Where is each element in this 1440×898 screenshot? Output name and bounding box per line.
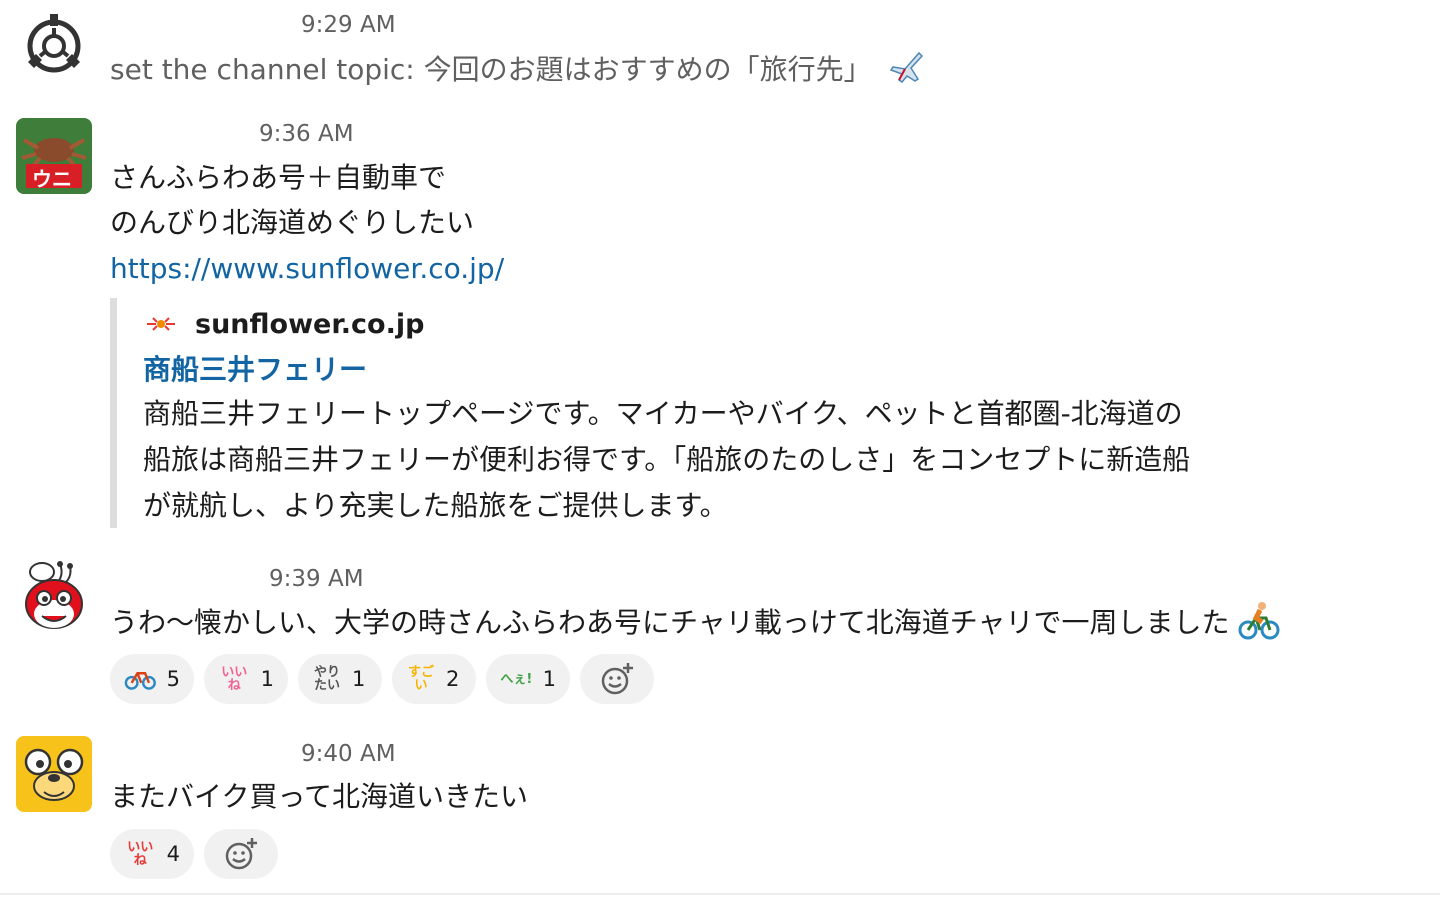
reaction-count: 2: [446, 667, 460, 691]
jake-avatar-icon: [16, 736, 92, 812]
person-biking-icon: [1238, 602, 1280, 640]
avatar-label: ウニ: [32, 167, 72, 191]
reaction-iine[interactable]: いいね 1: [204, 654, 288, 704]
message-feed: 9:29 AM set the channel topic: 今回のお題はおすす…: [0, 0, 1440, 898]
unfurl-site-name[interactable]: sunflower.co.jp: [195, 309, 424, 340]
yaritai-text-icon: やりたい: [313, 665, 340, 693]
iine-text-icon: いいね: [221, 665, 248, 693]
timestamp[interactable]: 9:39 AM: [269, 566, 364, 592]
avatar-scp[interactable]: [16, 8, 92, 84]
divider: [0, 893, 1440, 895]
add-reaction-button[interactable]: [580, 654, 654, 704]
message-line: のんびり北海道めぐりしたい: [110, 206, 475, 239]
reaction-hee[interactable]: へぇ! 1: [486, 654, 570, 704]
avatar-jollibee[interactable]: [16, 560, 92, 636]
reaction-bicycle[interactable]: 5: [110, 654, 194, 704]
airplane-icon: [889, 51, 923, 83]
add-reaction-button[interactable]: [204, 829, 278, 879]
add-emoji-icon: [225, 838, 257, 870]
bicycle-icon: [124, 672, 156, 690]
timestamp[interactable]: 9:36 AM: [259, 121, 354, 147]
unfurl-title[interactable]: 商船三井フェリー: [143, 348, 367, 388]
reaction-sugoi[interactable]: すごい 2: [392, 654, 476, 704]
avatar-jake[interactable]: [16, 736, 92, 812]
reaction-count: 5: [166, 667, 180, 691]
message-body: うわ～懐かしい、大学の時さんふらわあ号にチャリ載っけて北海道チャリで一周しました: [110, 600, 1280, 646]
reaction-iine[interactable]: いいね 4: [110, 829, 194, 879]
scp-logo-icon: [16, 8, 92, 84]
sunflower-link[interactable]: https://www.sunflower.co.jp/: [110, 252, 504, 285]
unfurl-site-row: sunflower.co.jp: [145, 304, 424, 344]
reaction-count: 4: [166, 842, 180, 866]
avatar-crab[interactable]: ウニ: [16, 118, 92, 194]
sunflower-favicon-icon: [147, 317, 175, 331]
message-text: またバイク買って北海道いきたい: [110, 780, 529, 813]
jollibee-avatar-icon: [16, 560, 92, 636]
topic-text-content: set the channel topic: 今回のお題はおすすめの「旅行先」: [110, 53, 872, 86]
message-line: さんふらわあ号＋自動車で: [110, 161, 447, 194]
reaction-bar: いいね 4: [110, 829, 278, 879]
unfurl-desc-line: 商船三井フェリートップページです。マイカーやバイク、ペットと首都圏-北海道の: [143, 397, 1183, 430]
unfurl-description: 商船三井フェリートップページです。マイカーやバイク、ペットと首都圏-北海道の 船…: [143, 391, 1363, 529]
unfurl-desc-line: 船旅は商船三井フェリーが便利お得です。「船旅のたのしさ」をコンセプトに新造船: [143, 443, 1191, 476]
timestamp[interactable]: 9:40 AM: [301, 741, 396, 767]
add-emoji-icon: [601, 663, 633, 695]
timestamp[interactable]: 9:29 AM: [301, 12, 396, 38]
sugoi-text-icon: すごい: [407, 665, 434, 693]
reaction-bar: 5 いいね 1 やりたい 1 すごい 2 へぇ! 1: [110, 654, 654, 704]
reaction-count: 1: [352, 667, 366, 691]
reaction-yaritai[interactable]: やりたい 1: [298, 654, 382, 704]
message-link-row: https://www.sunflower.co.jp/: [110, 246, 504, 292]
unfurl-desc-line: が就航し、より充実した船旅をご提供します。: [143, 489, 728, 522]
message-text: うわ～懐かしい、大学の時さんふらわあ号にチャリ載っけて北海道チャリで一周しました: [110, 606, 1230, 639]
reaction-count: 1: [542, 667, 556, 691]
topic-text: set the channel topic: 今回のお題はおすすめの「旅行先」: [110, 47, 925, 93]
iine-text-icon: いいね: [127, 840, 154, 868]
link-unfurl: sunflower.co.jp 商船三井フェリー 商船三井フェリートップページで…: [110, 298, 1377, 528]
hee-text-icon: へぇ!: [500, 671, 533, 687]
reaction-count: 1: [260, 667, 274, 691]
